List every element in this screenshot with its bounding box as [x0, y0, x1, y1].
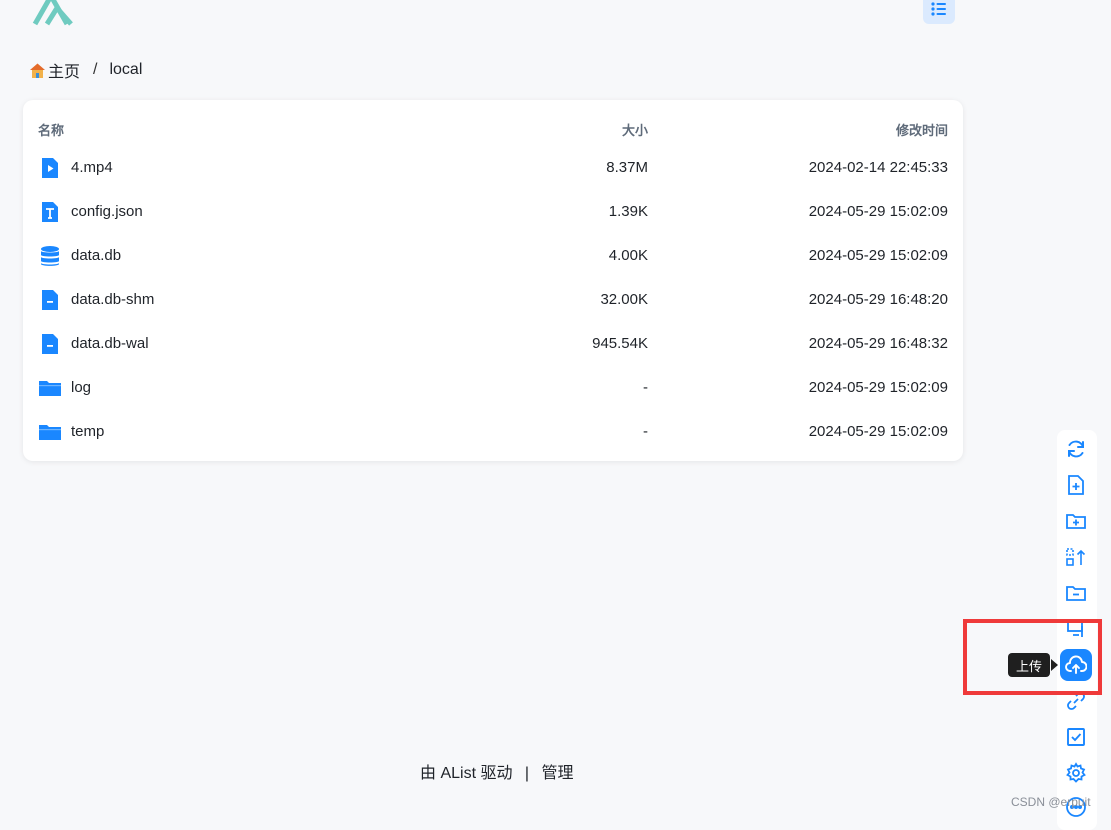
breadcrumb-separator: / — [93, 61, 98, 78]
file-size: 945.54K — [592, 335, 648, 352]
admin-link[interactable]: 管理 — [542, 765, 574, 782]
select-icon[interactable] — [1065, 726, 1087, 748]
file-list-header: 名称 大小 修改时间 — [23, 120, 963, 139]
folder-icon — [39, 381, 61, 396]
column-size-header[interactable]: 大小 — [622, 120, 648, 139]
file-size: - — [643, 379, 648, 396]
file-name[interactable]: 4.mp4 — [71, 159, 113, 176]
file-row[interactable]: log - 2024-05-29 15:02:09 — [23, 367, 963, 407]
file-modified: 2024-05-29 16:48:32 — [808, 335, 948, 352]
highlight-box — [963, 619, 1102, 695]
file-modified: 2024-05-29 15:02:09 — [808, 423, 948, 440]
file-row[interactable]: data.db-wal 945.54K 2024-05-29 16:48:32 — [23, 323, 963, 363]
breadcrumb-current[interactable]: local — [109, 61, 142, 79]
list-icon — [931, 2, 946, 16]
database-icon — [41, 246, 59, 266]
file-row[interactable]: config.json 1.39K 2024-05-29 15:02:09 — [23, 191, 963, 231]
recursive-move-icon[interactable] — [1065, 546, 1087, 568]
file-list: 名称 大小 修改时间 4.mp4 8.37M 2024-02-14 22:45:… — [23, 100, 963, 461]
layout-toggle-button[interactable] — [923, 0, 955, 24]
file-icon — [42, 334, 58, 354]
file-modified: 2024-05-29 16:48:20 — [808, 291, 948, 308]
file-name[interactable]: temp — [71, 423, 104, 440]
file-modified: 2024-05-29 15:02:09 — [808, 203, 948, 220]
file-modified: 2024-02-14 22:45:33 — [808, 159, 948, 176]
breadcrumb-home[interactable]: 主页 — [48, 58, 80, 82]
powered-by-link[interactable]: 由 AList 驱动 — [420, 765, 512, 782]
file-modified: 2024-05-29 15:02:09 — [808, 379, 948, 396]
file-row[interactable]: temp - 2024-05-29 15:02:09 — [23, 411, 963, 451]
alist-logo[interactable] — [31, 0, 75, 28]
file-modified: 2024-05-29 15:02:09 — [808, 247, 948, 264]
footer: 由 AList 驱动 | 管理 — [420, 759, 574, 783]
text-file-icon — [42, 202, 58, 222]
file-size: 4.00K — [608, 247, 648, 264]
footer-divider: | — [524, 765, 530, 782]
file-size: 1.39K — [608, 203, 648, 220]
watermark: CSDN @erpuit — [1011, 795, 1091, 809]
home-icon — [30, 63, 45, 78]
column-modified-header[interactable]: 修改时间 — [896, 120, 948, 139]
file-name[interactable]: data.db-wal — [71, 335, 149, 352]
file-name[interactable]: data.db — [71, 247, 121, 264]
column-name-header[interactable]: 名称 — [38, 120, 64, 139]
breadcrumb: 主页 / local — [29, 58, 142, 82]
file-name[interactable]: data.db-shm — [71, 291, 154, 308]
video-file-icon — [42, 158, 58, 178]
file-name[interactable]: log — [71, 379, 91, 396]
file-row[interactable]: data.db-shm 32.00K 2024-05-29 16:48:20 — [23, 279, 963, 319]
new-folder-icon[interactable] — [1065, 510, 1087, 532]
folder-icon — [39, 425, 61, 440]
file-size: 8.37M — [606, 159, 648, 176]
file-icon — [42, 290, 58, 310]
refresh-icon[interactable] — [1065, 438, 1087, 460]
settings-icon[interactable] — [1065, 762, 1087, 784]
file-size: 32.00K — [600, 291, 648, 308]
file-name[interactable]: config.json — [71, 203, 143, 220]
file-row[interactable]: 4.mp4 8.37M 2024-02-14 22:45:33 — [23, 147, 963, 187]
file-size: - — [643, 423, 648, 440]
remove-empty-folder-icon[interactable] — [1065, 582, 1087, 604]
file-row[interactable]: data.db 4.00K 2024-05-29 15:02:09 — [23, 235, 963, 275]
new-file-icon[interactable] — [1065, 474, 1087, 496]
